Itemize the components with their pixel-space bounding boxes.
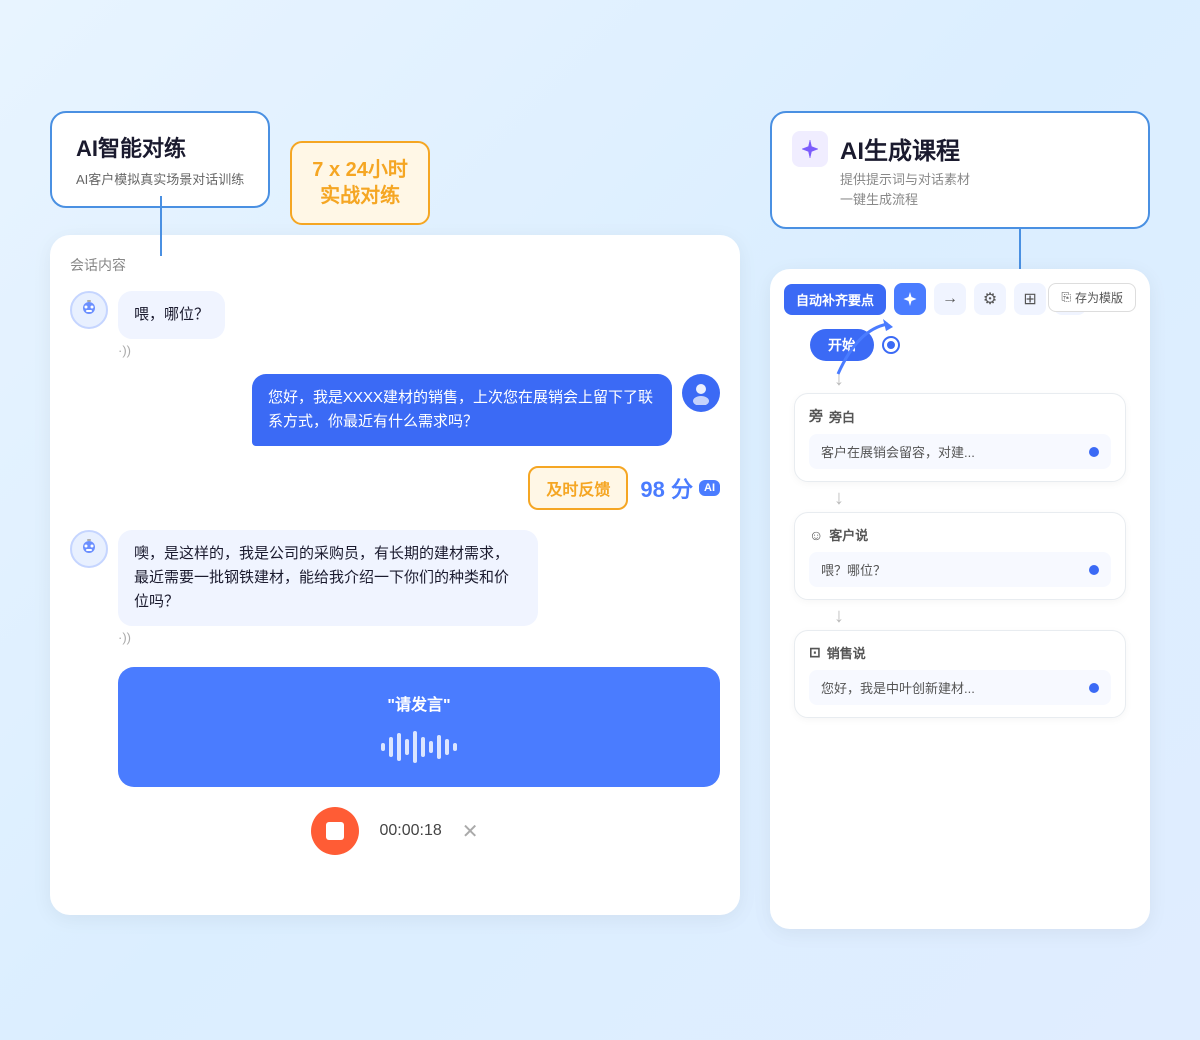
wave-bar-6 — [421, 737, 425, 757]
247-line1: 7 x 24小时 — [312, 157, 408, 183]
wave-bar-2 — [389, 737, 393, 757]
score-row: 及时反馈 98 分 AI — [70, 466, 720, 510]
connector-left — [160, 196, 162, 256]
flow-node-3-body: 您好，我是中叶创新建材... — [809, 670, 1111, 705]
sparkle-toolbar-button[interactable] — [894, 283, 926, 315]
message-row-4: 噢，是这样的，我是公司的采购员，有长期的建材需求，最近需要一批钢铁建材，能给我介… — [70, 530, 720, 645]
waveform — [138, 731, 700, 763]
stop-icon — [326, 822, 344, 840]
flow-arrow-2: ↓ — [834, 488, 1126, 508]
message-row-2: 您好，我是XXXX建材的销售，上次您在展销会上留下了联系方式，你最近有什么需求吗… — [70, 374, 720, 446]
ai-practice-card: AI智能对练 AI客户模拟真实场景对话训练 — [50, 111, 270, 208]
flow-node-2-header: ☺ 客户说 — [809, 525, 1111, 544]
wave-bar-8 — [437, 735, 441, 759]
flow-node-1-text: 客户在展销会留容，对建... — [821, 442, 975, 461]
wave-bar-4 — [405, 739, 409, 755]
auto-complete-button[interactable]: 自动补齐要点 — [784, 284, 886, 315]
right-panel: AI生成课程 提供提示词与对话素材 一键生成流程 自动补齐要点 → — [770, 111, 1150, 929]
avatar-ai-1 — [70, 291, 108, 329]
flow-node-3-icon: ⊡ — [809, 644, 821, 661]
ai-gen-card: AI生成课程 提供提示词与对话素材 一键生成流程 — [770, 111, 1150, 229]
flow-node-2-body: 喂？哪位？ — [809, 552, 1111, 587]
flow-node-1-type: 旁白 — [829, 407, 855, 426]
record-controls: 00:00:18 ✕ — [70, 807, 720, 859]
flow-node-1-dot — [1089, 447, 1099, 457]
wave-bar-9 — [445, 739, 449, 755]
ai-practice-title: AI智能对练 — [76, 131, 244, 163]
flow-node-3-dot — [1089, 683, 1099, 693]
sound-ai-2: ·)) — [118, 630, 538, 645]
left-panel: AI智能对练 AI客户模拟真实场景对话训练 7 x 24小时 实战对练 会话内容 — [50, 111, 740, 915]
settings-button[interactable]: ⚙ — [974, 283, 1006, 315]
score-badge: 98 分 AI — [640, 472, 720, 504]
wave-bar-7 — [429, 741, 433, 753]
flow-node-2-text: 喂？哪位？ — [821, 560, 886, 579]
save-template-button[interactable]: ⎘ 存为模版 — [1048, 283, 1136, 312]
feedback-badge: 及时反馈 — [528, 466, 628, 510]
voice-prompt: "请发言" — [138, 691, 700, 715]
flow-node-2-icon: ☺ — [809, 527, 823, 543]
247-badge: 7 x 24小时 实战对练 — [290, 141, 430, 225]
247-line2: 实战对练 — [312, 183, 408, 209]
flow-panel: 自动补齐要点 → ⚙ ⊞ ▷ ⎘ 存为模版 — [770, 269, 1150, 929]
sparkle-icon — [792, 131, 828, 167]
avatar-ai-2 — [70, 530, 108, 568]
avatar-user — [682, 374, 720, 412]
bubble-text-ai-1: 喂，哪位？ — [118, 291, 225, 339]
chat-messages: 喂，哪位？ ·)) 您好，我是XXXX建材的销售，上次您在展销会上留下了联系方式… — [70, 291, 720, 859]
score-value: 98 分 — [640, 472, 693, 504]
flow-node-2-dot — [1089, 565, 1099, 575]
flow-arrow-3: ↓ — [834, 606, 1126, 626]
chat-label: 会话内容 — [70, 255, 720, 275]
voice-input-area: "请发言" — [70, 667, 720, 859]
top-cards: AI智能对练 AI客户模拟真实场景对话训练 7 x 24小时 实战对练 — [50, 111, 740, 225]
flow-node-2-type: 客户说 — [829, 525, 868, 544]
wave-bar-10 — [453, 743, 457, 751]
flow-node-1-header: 旁 旁白 — [809, 406, 1111, 426]
connector-right — [1019, 229, 1021, 269]
sound-ai-1: ·)) — [118, 343, 225, 358]
flow-node-3-header: ⊡ 销售说 — [809, 643, 1111, 662]
flow-node-2[interactable]: ☺ 客户说 喂？哪位？ — [794, 512, 1126, 600]
ai-practice-subtitle: AI客户模拟真实场景对话训练 — [76, 169, 244, 188]
bubble-ai-1: 喂，哪位？ ·)) — [118, 291, 225, 358]
import-button[interactable]: → — [934, 283, 966, 315]
close-button[interactable]: ✕ — [462, 819, 479, 844]
wave-bar-3 — [397, 733, 401, 761]
record-stop-button[interactable] — [311, 807, 359, 855]
chat-box: 会话内容 — [50, 235, 740, 915]
bubble-text-ai-2: 噢，是这样的，我是公司的采购员，有长期的建材需求，最近需要一批钢铁建材，能给我介… — [118, 530, 538, 626]
timer-display: 00:00:18 — [379, 822, 441, 840]
main-container: AI智能对练 AI客户模拟真实场景对话训练 7 x 24小时 实战对练 会话内容 — [50, 91, 1150, 949]
ai-tag: AI — [699, 480, 720, 496]
flow-content: 开始 ↓ 旁 旁白 客户在展销会留容，对建... — [784, 329, 1136, 724]
bubble-ai-2-wrapper: 噢，是这样的，我是公司的采购员，有长期的建材需求，最近需要一批钢铁建材，能给我介… — [118, 530, 538, 645]
bubble-user: 您好，我是XXXX建材的销售，上次您在展销会上留下了联系方式，你最近有什么需求吗… — [252, 374, 672, 446]
flow-node-1-icon: 旁 — [809, 406, 823, 426]
flow-node-1-body: 客户在展销会留容，对建... — [809, 434, 1111, 469]
grid-button[interactable]: ⊞ — [1014, 283, 1046, 315]
flow-node-3-text: 您好，我是中叶创新建材... — [821, 678, 975, 697]
arrow-pointer — [828, 319, 898, 384]
flow-node-3[interactable]: ⊡ 销售说 您好，我是中叶创新建材... — [794, 630, 1126, 718]
wave-bar-1 — [381, 743, 385, 751]
wave-bar-5 — [413, 731, 417, 763]
voice-bubble: "请发言" — [118, 667, 720, 787]
ai-gen-subtitle: 提供提示词与对话素材 一键生成流程 — [840, 170, 970, 209]
save-icon: ⎘ — [1061, 290, 1071, 305]
flow-toolbar: 自动补齐要点 → ⚙ ⊞ ▷ ⎘ 存为模版 — [784, 283, 1136, 315]
ai-gen-title: AI生成课程 — [840, 131, 970, 166]
message-row-1: 喂，哪位？ ·)) — [70, 291, 720, 358]
ai-gen-text: AI生成课程 提供提示词与对话素材 一键生成流程 — [840, 131, 970, 209]
flow-node-3-type: 销售说 — [827, 643, 866, 662]
flow-node-1[interactable]: 旁 旁白 客户在展销会留容，对建... — [794, 393, 1126, 482]
